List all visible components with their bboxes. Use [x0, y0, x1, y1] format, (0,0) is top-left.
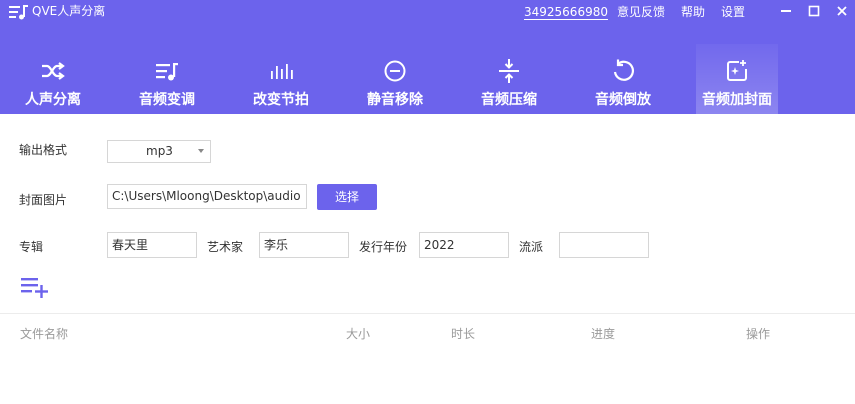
tool-audio-compress[interactable]: 音频压缩 [468, 44, 550, 114]
tool-add-cover[interactable]: 音频加封面 [696, 44, 778, 114]
feedback-link[interactable]: 意见反馈 [617, 4, 665, 20]
phone-number-link[interactable]: 34925666980 [524, 4, 608, 20]
album-label: 专辑 [19, 240, 44, 254]
tool-silence-removal[interactable]: 静音移除 [354, 44, 436, 114]
table-divider [0, 313, 855, 314]
app-header: QVE人声分离 34925666980 意见反馈 帮助 设置 人声分离 音频变调… [0, 0, 855, 114]
tool-pitch-shift[interactable]: 音频变调 [126, 44, 208, 114]
album-input[interactable]: 春天里 [107, 232, 197, 258]
add-files-icon[interactable] [20, 276, 50, 298]
release-year-input[interactable]: 2022 [419, 232, 509, 258]
column-progress: 进度 [591, 327, 616, 341]
tool-change-tempo[interactable]: 改变节拍 [240, 44, 322, 114]
music-list-icon [156, 63, 178, 81]
image-add-icon [727, 60, 747, 81]
compress-arrows-icon [499, 59, 519, 83]
artist-input[interactable]: 李乐 [259, 232, 349, 258]
genre-input[interactable] [559, 232, 649, 258]
settings-link[interactable]: 设置 [721, 4, 745, 20]
output-format-value: mp3 [146, 144, 173, 158]
column-actions: 操作 [746, 327, 771, 341]
minimize-icon[interactable] [779, 4, 793, 18]
undo-circle-icon [613, 59, 634, 81]
title-bar: QVE人声分离 34925666980 意见反馈 帮助 设置 [0, 0, 855, 26]
cover-image-label: 封面图片 [19, 193, 68, 207]
tool-label: 静音移除 [367, 92, 423, 108]
output-format-label: 输出格式 [19, 143, 68, 157]
output-format-select[interactable]: mp3 [107, 140, 211, 163]
tool-label: 人声分离 [25, 92, 81, 108]
app-title: QVE人声分离 [32, 4, 106, 18]
column-filename: 文件名称 [20, 327, 69, 341]
tool-label: 音频变调 [139, 92, 195, 108]
tool-label: 音频加封面 [702, 92, 772, 108]
tool-label: 音频倒放 [595, 92, 651, 108]
column-size: 大小 [346, 327, 371, 341]
cover-path-input[interactable]: C:\Users\Mloong\Desktop\audio [107, 184, 307, 209]
shuffle-icon [42, 62, 65, 80]
maximize-icon[interactable] [807, 4, 821, 18]
release-year-label: 发行年份 [359, 240, 408, 254]
equalizer-bars-icon [271, 64, 293, 79]
tool-label: 音频压缩 [481, 92, 537, 108]
minus-circle-icon [384, 60, 406, 82]
close-icon[interactable] [835, 4, 849, 18]
app-logo-icon [9, 5, 28, 20]
tool-vocal-separation[interactable]: 人声分离 [12, 44, 94, 114]
column-duration: 时长 [451, 327, 476, 341]
genre-label: 流派 [519, 240, 544, 254]
tool-audio-reverse[interactable]: 音频倒放 [582, 44, 664, 114]
artist-label: 艺术家 [207, 240, 244, 254]
chevron-down-icon [198, 149, 204, 153]
tool-label: 改变节拍 [253, 92, 309, 108]
choose-cover-button[interactable]: 选择 [317, 184, 377, 210]
help-link[interactable]: 帮助 [681, 4, 705, 20]
